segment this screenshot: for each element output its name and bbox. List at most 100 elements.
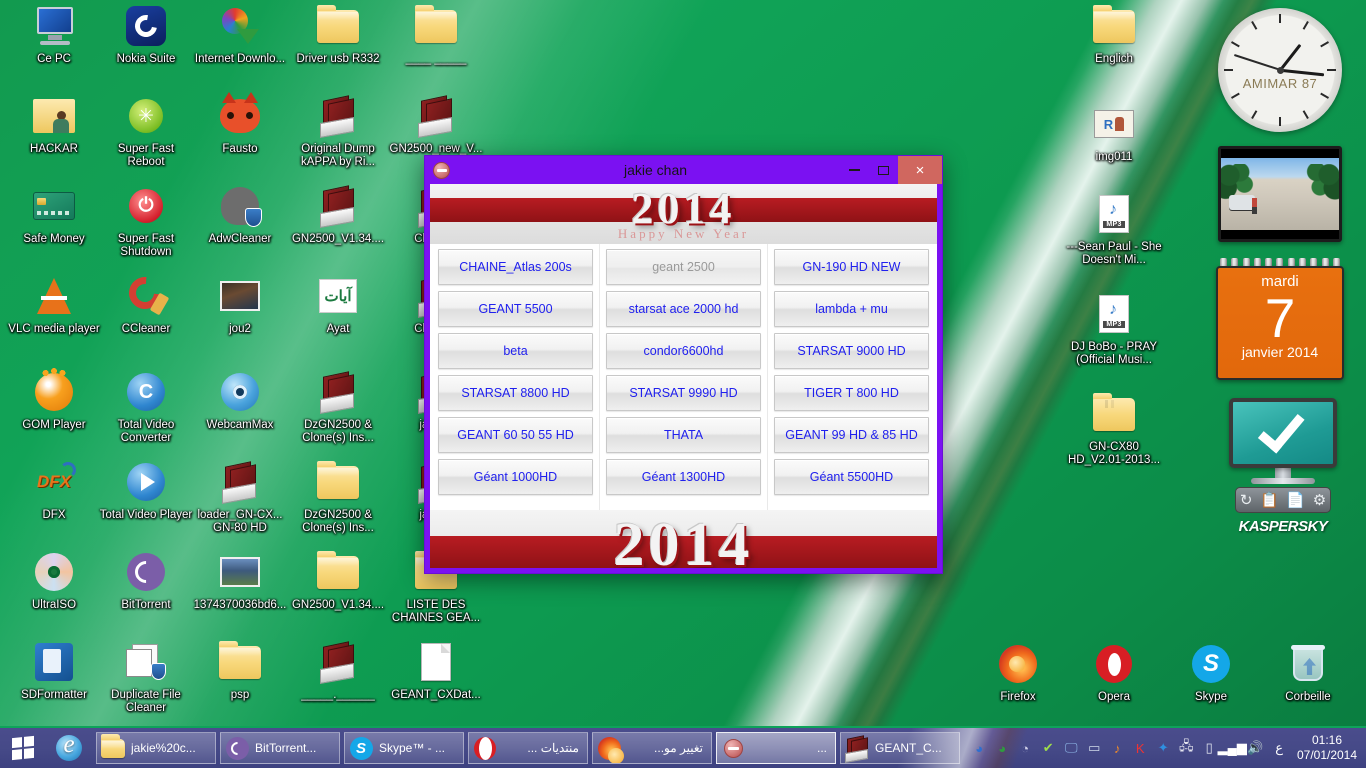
touchpad-tray-icon[interactable]: ▭: [1085, 739, 1103, 757]
desktop-icon-webcammax[interactable]: WebcamMax: [192, 368, 288, 432]
language-indicator[interactable]: ع: [1275, 740, 1283, 756]
channel-button[interactable]: STARSAT 9000 HD: [774, 333, 929, 369]
kaspersky-gadget[interactable]: ↻ 📋 📄 ⚙ KASPERSKY: [1222, 398, 1344, 544]
refresh-icon[interactable]: ↻: [1240, 491, 1253, 509]
channel-button[interactable]: TIGER T 800 HD: [774, 375, 929, 411]
report-icon[interactable]: 📄: [1286, 491, 1305, 509]
media-tray-icon[interactable]: ♪: [1108, 739, 1126, 757]
desktop-icon-corbeille[interactable]: Corbeille: [1260, 640, 1356, 704]
clock-gadget[interactable]: AMIMAR 87: [1218, 8, 1342, 132]
channel-button[interactable]: Géant 5500HD: [774, 459, 929, 495]
desktop-icon-1374370036bd6[interactable]: 1374370036bd6...: [192, 548, 288, 612]
desktop-icon-internet-download-manager[interactable]: Internet Downlo...: [192, 2, 288, 66]
desktop-icon-total-video-player[interactable]: Total Video Player: [98, 458, 194, 522]
usb-device-tray-icon[interactable]: ▯: [1200, 739, 1218, 757]
desktop-icon-sean-paul-mp3[interactable]: ♪ MP3 ---Sean Paul - She Doesn't Mi...: [1066, 190, 1162, 267]
bluetooth-tray-icon[interactable]: ✦: [1154, 739, 1172, 757]
desktop-icon-firefox[interactable]: Firefox: [970, 640, 1066, 704]
desktop-icon-archive-unnamed[interactable]: _____.______: [290, 638, 386, 702]
settings-icon[interactable]: ⚙: [1313, 491, 1326, 509]
channel-button[interactable]: condor6600hd: [606, 333, 761, 369]
desktop-icon-opera[interactable]: Opera: [1066, 640, 1162, 704]
desktop-icon-jou2[interactable]: jou2: [192, 272, 288, 336]
desktop-icon-gn2500-v134-a[interactable]: GN2500_V1.34....: [290, 182, 386, 246]
channel-button[interactable]: CHAINE_Atlas 200s: [438, 249, 593, 285]
desktop-icon-sdformatter[interactable]: SDFormatter: [6, 638, 102, 702]
channel-button[interactable]: GEANT 99 HD & 85 HD: [774, 417, 929, 453]
taskbar-item-skype[interactable]: S Skype™ - ...: [344, 732, 464, 764]
desktop-icon-dfx[interactable]: DFX DFX: [6, 458, 102, 522]
desktop-icon-psp[interactable]: psp: [192, 638, 288, 702]
desktop-icon-dzgn2500-clones-1[interactable]: DzGN2500 & Clone(s) Ins...: [290, 368, 386, 445]
desktop-icon-bittorrent[interactable]: BitTorrent: [98, 548, 194, 612]
desktop-icon-adwcleaner[interactable]: AdwCleaner: [192, 182, 288, 246]
taskbar-item-firefox[interactable]: تغيير مو...: [592, 732, 712, 764]
desktop-icon-super-fast-reboot[interactable]: ✳ Super Fast Reboot: [98, 92, 194, 169]
desktop-icon-ultraiso[interactable]: UltraISO: [6, 548, 102, 612]
channel-button[interactable]: GEANT 60 50 55 HD: [438, 417, 593, 453]
taskbar-item-jakie-chan-app[interactable]: ...: [716, 732, 836, 764]
desktop-icon-gn2500-new-v[interactable]: GN2500_new_V...: [388, 92, 484, 156]
desktop-icon-hackar[interactable]: HACKAR: [6, 92, 102, 156]
display-tray-icon[interactable]: 🖵: [1062, 739, 1080, 757]
desktop-icon-gn-cx80-hd[interactable]: GN-CX80 HD_V2.01-2013...: [1066, 390, 1162, 467]
channel-button[interactable]: Géant 1000HD: [438, 459, 593, 495]
desktop-icon-img011[interactable]: R img011: [1066, 100, 1162, 164]
channel-button[interactable]: starsat ace 2000 hd: [606, 291, 761, 327]
channel-button[interactable]: STARSAT 9990 HD: [606, 375, 761, 411]
desktop-icon-gn2500-v134-b[interactable]: GN2500_V1.34....: [290, 548, 386, 612]
taskbar-clock[interactable]: 01:16 07/01/2014: [1294, 733, 1360, 763]
channel-button[interactable]: lambda + mu: [774, 291, 929, 327]
signal-tray-icon[interactable]: ▂▄▆: [1218, 739, 1247, 757]
bittorrent-tray-icon[interactable]: ◔: [1016, 739, 1034, 757]
channel-button[interactable]: STARSAT 8800 HD: [438, 375, 593, 411]
taskbar-item-jakie-folder[interactable]: jakie%20c...: [96, 732, 216, 764]
desktop-icon-original-dump-kappa[interactable]: Original Dump kAPPA by Ri...: [290, 92, 386, 169]
desktop-icon-fausto[interactable]: Fausto: [192, 92, 288, 156]
desktop-icon-ce-pc[interactable]: Ce PC: [6, 2, 102, 66]
channel-button[interactable]: Géant 1300HD: [606, 459, 761, 495]
desktop-icon-driver-usb-r332[interactable]: Driver usb R332: [290, 2, 386, 66]
desktop-icon-gom-player[interactable]: GOM Player: [6, 368, 102, 432]
desktop-icon-loader-gn-cx[interactable]: loader_GN-CX... GN-80 HD: [192, 458, 288, 535]
desktop-icon-englich[interactable]: Englich: [1066, 2, 1162, 66]
quicklaunch-internet-explorer[interactable]: [46, 727, 92, 768]
desktop-icon-nokia-suite[interactable]: Nokia Suite: [98, 2, 194, 66]
slideshow-gadget[interactable]: [1218, 146, 1342, 242]
kaspersky-tray-icon[interactable]: ✔: [1039, 739, 1057, 757]
nokia-suite-tray-icon[interactable]: ◕: [970, 739, 988, 757]
start-button[interactable]: [0, 727, 46, 768]
maximize-button[interactable]: [869, 156, 898, 184]
desktop-icon-duplicate-file-cleaner[interactable]: Duplicate File Cleaner: [98, 638, 194, 715]
desktop-icon-dzgn2500-clones-2[interactable]: DzGN2500 & Clone(s) Ins...: [290, 458, 386, 535]
jakie-chan-window[interactable]: jakie chan × 2014 Happy New Year CHAINE_…: [424, 155, 943, 574]
kaspersky-toolbar[interactable]: ↻ 📋 📄 ⚙: [1235, 487, 1331, 513]
channel-button[interactable]: GN-190 HD NEW: [774, 249, 929, 285]
channel-button[interactable]: GEANT 5500: [438, 291, 593, 327]
taskbar-item-opera-forum[interactable]: منتديات ...: [468, 732, 588, 764]
taskbar-item-geant-c[interactable]: GEANT_C...: [840, 732, 960, 764]
desktop-icon-skype[interactable]: S Skype: [1163, 640, 1259, 704]
kaspersky-shield-tray-icon[interactable]: K: [1131, 739, 1149, 757]
desktop-icon-folder-unnamed-1[interactable]: ____ _____: [388, 2, 484, 66]
desktop-icon-ccleaner[interactable]: CCleaner: [98, 270, 194, 336]
tasks-icon[interactable]: 📋: [1260, 491, 1279, 509]
desktop-icon-dj-bobo-mp3[interactable]: ♪ MP3 DJ BoBo - PRAY (Official Musi...: [1066, 290, 1162, 367]
minimize-button[interactable]: [840, 156, 869, 184]
window-titlebar[interactable]: jakie chan ×: [425, 156, 942, 184]
network-error-tray-icon[interactable]: 🖧: [1177, 738, 1195, 757]
close-button[interactable]: ×: [898, 156, 942, 184]
desktop-icon-safe-money[interactable]: Safe Money: [6, 182, 102, 246]
internet-download-manager-tray-icon[interactable]: ◕: [993, 739, 1011, 757]
desktop-icon-vlc-media-player[interactable]: VLC media player: [6, 272, 102, 336]
desktop-icon-total-video-converter[interactable]: C Total Video Converter: [98, 368, 194, 445]
calendar-gadget[interactable]: mardi 7 janvier 2014: [1216, 258, 1344, 380]
desktop-icon-super-fast-shutdown[interactable]: ⏻ Super Fast Shutdown: [98, 182, 194, 259]
taskbar-item-bittorrent[interactable]: BitTorrent...: [220, 732, 340, 764]
channel-button[interactable]: beta: [438, 333, 593, 369]
channel-button[interactable]: THATA: [606, 417, 761, 453]
desktop-icon-ayat[interactable]: آيات Ayat: [290, 272, 386, 336]
desktop-icon-geant-cxdat[interactable]: GEANT_CXDat...: [388, 638, 484, 702]
volume-tray-icon[interactable]: 🔊: [1246, 739, 1264, 757]
window-controls[interactable]: ×: [840, 156, 942, 184]
